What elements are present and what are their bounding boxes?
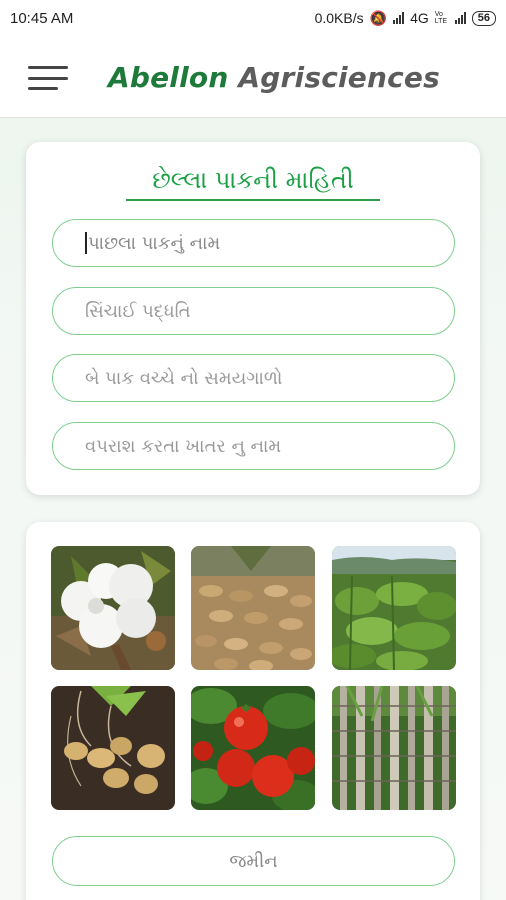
status-bar: 10:45 AM 0.0KB/s 🔕 4G Vo LTE 56: [0, 0, 506, 36]
network-speed: 0.0KB/s: [314, 10, 364, 26]
cotton-image: [51, 546, 175, 670]
brand-name-part2: Agrisciences: [238, 61, 440, 94]
network-type: 4G: [410, 10, 429, 26]
previous-crop-name-input[interactable]: પાછલા પાકનું નામ: [52, 219, 455, 267]
fertilizer-name-placeholder: વપરાશ કરતા ખાતર નુ નામ: [85, 435, 282, 457]
sugarcane-image: [332, 686, 456, 810]
crop-image-sugarcane[interactable]: [332, 686, 456, 810]
previous-crop-card: છેલ્લા પાકની માહિતી પાછલા પાકનું નામ સિં…: [26, 142, 480, 495]
signal-icon: [393, 12, 405, 24]
crop-interval-input[interactable]: બે પાક વચ્ચે નો સમયગાળો: [52, 354, 455, 402]
status-indicators: 0.0KB/s 🔕 4G Vo LTE 56: [315, 10, 496, 27]
crop-image-cotton[interactable]: [51, 546, 175, 670]
irrigation-method-input[interactable]: સિંચાઈ પદ્ધતિ: [52, 287, 455, 335]
signal-icon-2: [454, 12, 466, 24]
fertilizer-name-input[interactable]: વપરાશ કરતા ખાતર નુ નામ: [52, 422, 455, 470]
app-title: Abellon Agrisciences: [108, 61, 440, 94]
mute-icon: 🔕: [369, 9, 388, 26]
volte-badge: Vo LTE: [434, 11, 448, 25]
text-cursor: [85, 232, 87, 254]
tomato-image: [191, 686, 315, 810]
status-time: 10:45 AM: [10, 9, 74, 27]
land-input-label: જમીન: [229, 850, 278, 872]
potato-image: [51, 686, 175, 810]
brand-name-part1: Abellon: [108, 61, 229, 94]
irrigation-method-placeholder: સિંચાઈ પદ્ધતિ: [85, 300, 191, 322]
tobacco-image: [332, 546, 456, 670]
land-input[interactable]: જમીન: [52, 836, 455, 886]
title-underline: [126, 199, 380, 201]
crop-image-tomato[interactable]: [191, 686, 315, 810]
crop-interval-placeholder: બે પાક વચ્ચે નો સમયગાળો: [85, 367, 283, 389]
app-bar: Abellon Agrisciences: [0, 36, 506, 118]
section-title: છેલ્લા પાકની માહિતી: [152, 166, 354, 194]
battery-icon: 56: [471, 10, 496, 26]
crop-image-groundnut[interactable]: [191, 546, 315, 670]
crop-image-potato[interactable]: [51, 686, 175, 810]
previous-crop-name-placeholder: પાછલા પાકનું નામ: [88, 232, 221, 254]
groundnut-image: [191, 546, 315, 670]
crops-card: જમીન: [26, 522, 480, 900]
hamburger-menu-icon[interactable]: [28, 66, 68, 90]
crop-image-tobacco[interactable]: [332, 546, 456, 670]
